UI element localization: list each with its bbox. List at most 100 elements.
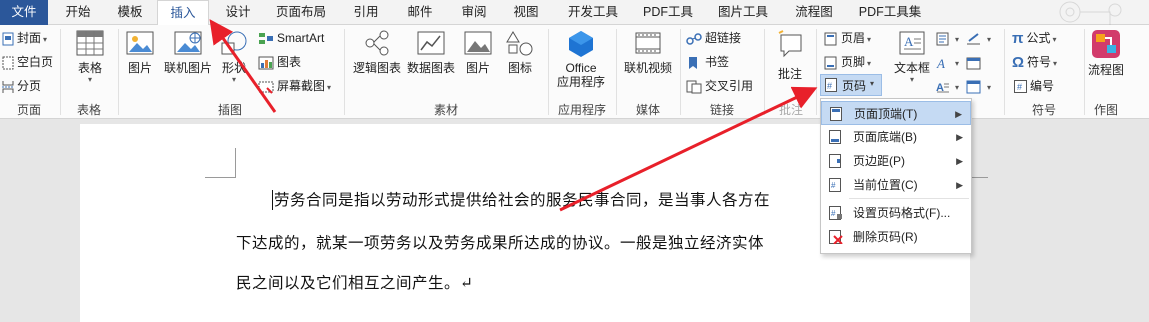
table-button[interactable]: 表格 ▾ <box>68 29 112 84</box>
group-label-apps: 应用程序 <box>557 103 606 117</box>
paragraph-line[interactable]: 下达成的，就某一项劳务以及劳务成果所达成的协议。一般是独立经济实体 <box>236 231 764 253</box>
group-separator <box>60 29 61 115</box>
tab-references[interactable]: 引用 <box>346 0 386 25</box>
textbox-label: 文本框 <box>893 61 930 75</box>
menu-item-remove-page-numbers[interactable]: 删除页码(R) <box>821 225 971 249</box>
table-label: 表格 <box>77 61 102 75</box>
menu-item-page-top[interactable]: 页面顶端(T) ▶ <box>821 101 971 125</box>
group-separator <box>1084 29 1085 115</box>
chart-label: 图表 <box>277 55 302 69</box>
tab-picture-tools[interactable]: 图片工具 <box>710 0 776 25</box>
group-separator <box>764 29 765 115</box>
textbox-button[interactable]: A 文本框 ▾ <box>890 29 934 84</box>
blank-page-button[interactable]: 空白页 <box>2 52 53 72</box>
cross-reference-button[interactable]: 交叉引用 <box>686 76 753 96</box>
shapes-label: 形状 <box>221 61 246 75</box>
material-picture-label: 图片 <box>465 61 490 75</box>
tab-pdf-toolset[interactable]: PDF工具集 <box>852 0 928 25</box>
numbering-icon: # <box>1014 80 1027 94</box>
margin-marker <box>235 148 236 178</box>
tab-page-layout[interactable]: 页面布局 <box>268 0 334 25</box>
material-picture-button[interactable]: 图片 <box>460 29 496 76</box>
wordart-button[interactable]: A ▾ <box>936 52 959 72</box>
menu-item-current-position[interactable]: # 当前位置(C) ▶ <box>821 173 971 197</box>
header-label: 页眉 <box>841 31 866 45</box>
current-position-icon: # <box>829 178 841 192</box>
menu-item-format-page-numbers[interactable]: # 设置页码格式(F)... <box>821 201 971 225</box>
numbering-label: 编号 <box>1030 79 1055 93</box>
screenshot-button[interactable]: 屏幕截图 ▾ <box>258 76 331 96</box>
icon-button[interactable]: 图标 <box>500 29 540 76</box>
tab-view[interactable]: 视图 <box>506 0 546 25</box>
tab-mailings[interactable]: 邮件 <box>400 0 440 25</box>
drop-cap-icon: A <box>936 82 949 94</box>
footer-icon <box>824 56 837 70</box>
menu-item-page-margins[interactable]: 页边距(P) ▶ <box>821 149 971 173</box>
online-video-button[interactable]: 联机视频 <box>620 29 676 76</box>
blank-page-label: 空白页 <box>17 55 54 69</box>
menu-item-label: 设置页码格式(F)... <box>853 206 951 220</box>
page-break-button[interactable]: 分页 <box>2 76 41 96</box>
hyperlink-icon <box>686 33 702 45</box>
group-label-media: 媒体 <box>635 103 660 117</box>
footer-button[interactable]: 页脚 ▾ <box>824 52 871 72</box>
page-number-button[interactable]: # 页码 ▾ <box>820 74 882 96</box>
bookmark-button[interactable]: 书签 <box>686 52 729 72</box>
tab-developer[interactable]: 开发工具 <box>560 0 626 25</box>
tab-insert[interactable]: 插入 <box>157 0 209 26</box>
margin-marker <box>972 177 988 178</box>
formula-button[interactable]: π 公式 ▾ <box>1012 28 1057 48</box>
logic-chart-button[interactable]: 逻辑图表 <box>350 29 404 76</box>
online-picture-label: 联机图片 <box>163 61 212 75</box>
tab-template[interactable]: 模板 <box>110 0 150 25</box>
cover-page-button[interactable]: 封面 ▾ <box>2 28 47 48</box>
shapes-button[interactable]: 形状 ▾ <box>218 29 250 84</box>
paragraph-line[interactable]: 劳务合同是指以劳动形式提供给社会的服务民事合同，是当事人各方在 <box>274 188 770 210</box>
date-time-button[interactable] <box>966 52 985 72</box>
data-chart-icon <box>417 31 445 55</box>
tab-review[interactable]: 审阅 <box>454 0 494 25</box>
group-label-drawing: 作图 <box>1093 103 1118 117</box>
tab-flowchart[interactable]: 流程图 <box>788 0 840 25</box>
object-icon <box>966 80 981 94</box>
tab-file[interactable]: 文件 <box>0 0 48 25</box>
hyperlink-button[interactable]: 超链接 <box>686 28 741 48</box>
page-bottom-icon <box>829 130 841 144</box>
smartart-label: SmartArt <box>277 31 325 45</box>
office-apps-button[interactable]: Office 应用程序 <box>552 29 610 89</box>
data-chart-button[interactable]: 数据图表 <box>404 29 458 76</box>
quick-parts-button[interactable]: ▾ <box>936 28 959 48</box>
chart-button[interactable]: 图表 <box>258 52 301 72</box>
menu-item-page-bottom[interactable]: 页面底端(B) ▶ <box>821 125 971 149</box>
drop-cap-button[interactable]: A ▾ <box>936 76 959 96</box>
object-button[interactable]: ▾ <box>966 76 991 96</box>
ribbon-insert: 封面 ▾ 空白页 分页 页面 表格 ▾ 表格 图片 联机图片 形状 ▾ SmartAr… <box>0 25 1149 119</box>
group-separator <box>344 29 345 115</box>
comment-button[interactable]: 批注 <box>770 29 810 82</box>
signature-line-button[interactable]: ▾ <box>966 28 991 48</box>
margin-marker <box>205 177 235 178</box>
blank-page-icon <box>2 56 14 70</box>
paragraph-line[interactable]: 民之间以及它们相互之间产生。↵ <box>236 271 474 293</box>
tab-pdf-tools[interactable]: PDF工具 <box>638 0 698 25</box>
picture-button[interactable]: 图片 <box>122 29 158 76</box>
smartart-button[interactable]: SmartArt <box>258 28 324 48</box>
numbering-button[interactable]: # 编号 <box>1014 76 1054 96</box>
header-button[interactable]: 页眉 ▾ <box>824 28 871 48</box>
icon-label: 图标 <box>507 61 532 75</box>
tab-home[interactable]: 开始 <box>58 0 98 25</box>
online-picture-icon <box>174 31 202 55</box>
menu-item-label: 页面顶端(T) <box>854 107 918 121</box>
flowchart-button[interactable]: 流程图 <box>1086 29 1126 78</box>
page-top-icon <box>830 107 842 121</box>
office-apps-label-1: Office <box>565 61 597 75</box>
online-picture-button[interactable]: 联机图片 <box>160 29 216 76</box>
tab-design[interactable]: 设计 <box>218 0 258 25</box>
menu-item-label: 删除页码(R) <box>853 230 918 244</box>
text-cursor <box>272 190 273 210</box>
svg-text:#: # <box>831 209 836 218</box>
group-separator <box>1004 29 1005 115</box>
cross-reference-icon <box>686 80 702 94</box>
page-number-label: 页码 <box>842 79 867 93</box>
symbol-button[interactable]: Ω 符号 ▾ <box>1012 52 1057 72</box>
